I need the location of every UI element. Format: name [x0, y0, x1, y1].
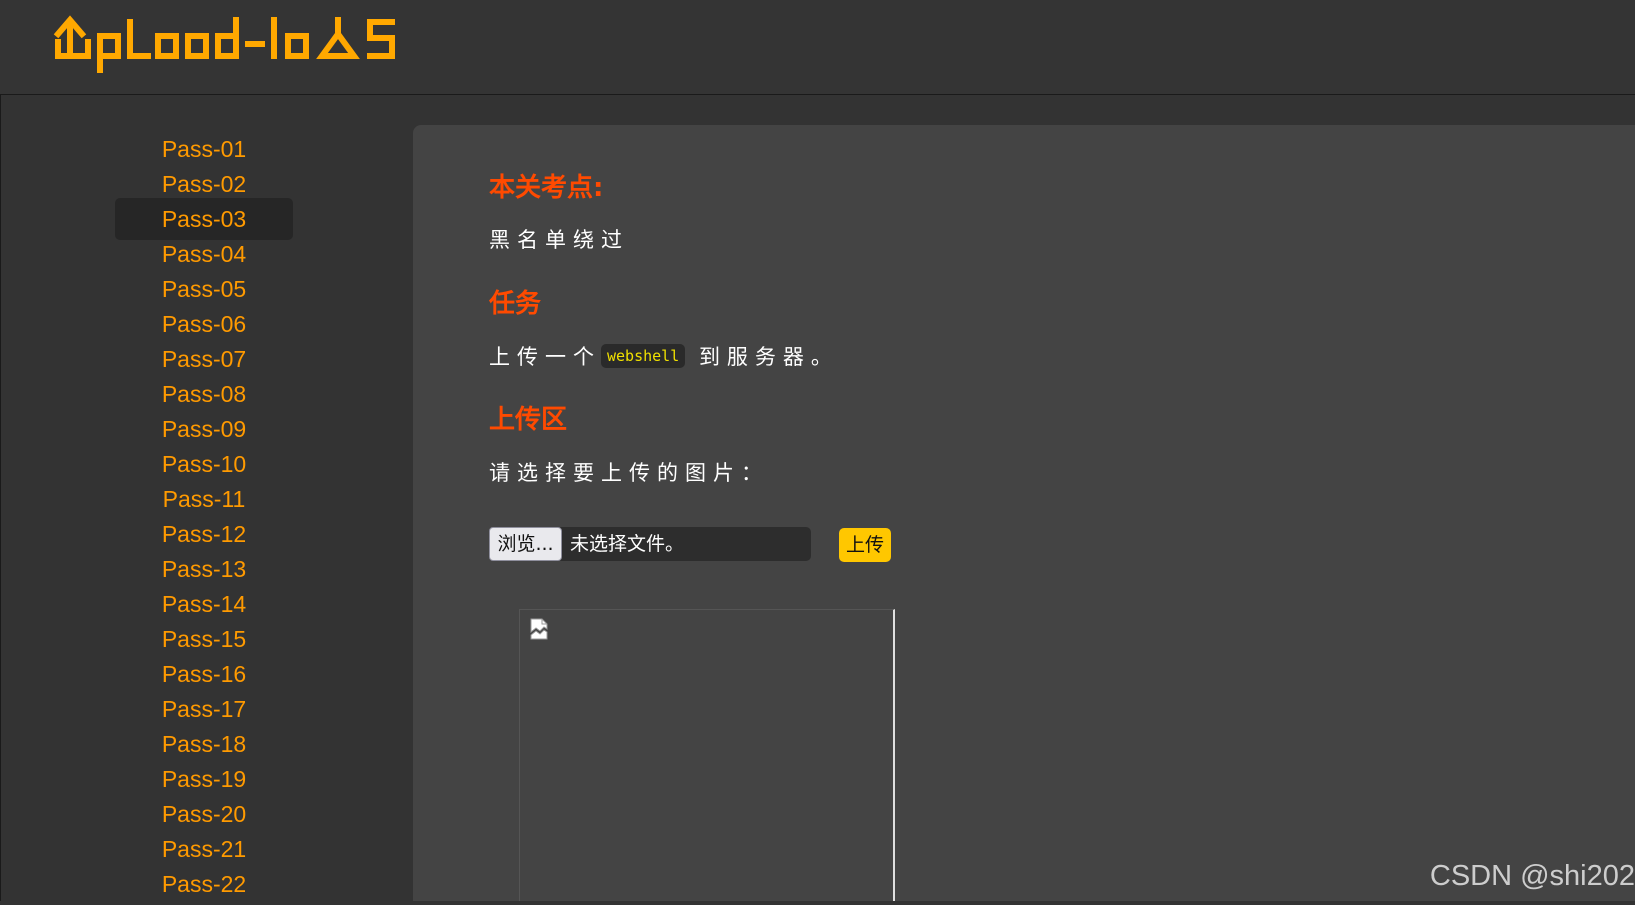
image-preview [519, 609, 895, 901]
heading-test-points: 本关考点: [489, 167, 603, 204]
header-bar [0, 0, 1635, 95]
task-suffix: 到服务器。 [699, 345, 839, 369]
webshell-code: webshell [601, 344, 685, 368]
heading-task: 任务 [489, 283, 541, 320]
task-prefix: 上传一个 [489, 345, 601, 369]
upload-labs-logo[interactable] [52, 12, 397, 78]
sidebar-nav: Pass-01 Pass-02 Pass-03 Pass-04 Pass-05 … [0, 95, 410, 901]
heading-upload-area: 上传区 [489, 399, 567, 436]
test-point-text: 黑名单绕过 [489, 224, 629, 254]
file-status-text: 未选择文件。 [570, 527, 684, 561]
upload-prompt: 请选择要上传的图片： [489, 457, 769, 487]
sidebar-item-pass-22[interactable]: Pass-22 [115, 863, 293, 905]
main-content: 本关考点: 黑名单绕过 任务 上传一个webshell 到服务器。 上传区 请选… [413, 125, 1635, 901]
csdn-watermark: CSDN @shi202 [1430, 860, 1635, 893]
browse-button[interactable]: 浏览... [489, 527, 562, 561]
task-text: 上传一个webshell 到服务器。 [489, 341, 839, 371]
upload-button[interactable]: 上传 [839, 528, 891, 562]
broken-image-icon [529, 618, 549, 640]
file-input[interactable]: 浏览... 未选择文件。 [489, 527, 811, 561]
